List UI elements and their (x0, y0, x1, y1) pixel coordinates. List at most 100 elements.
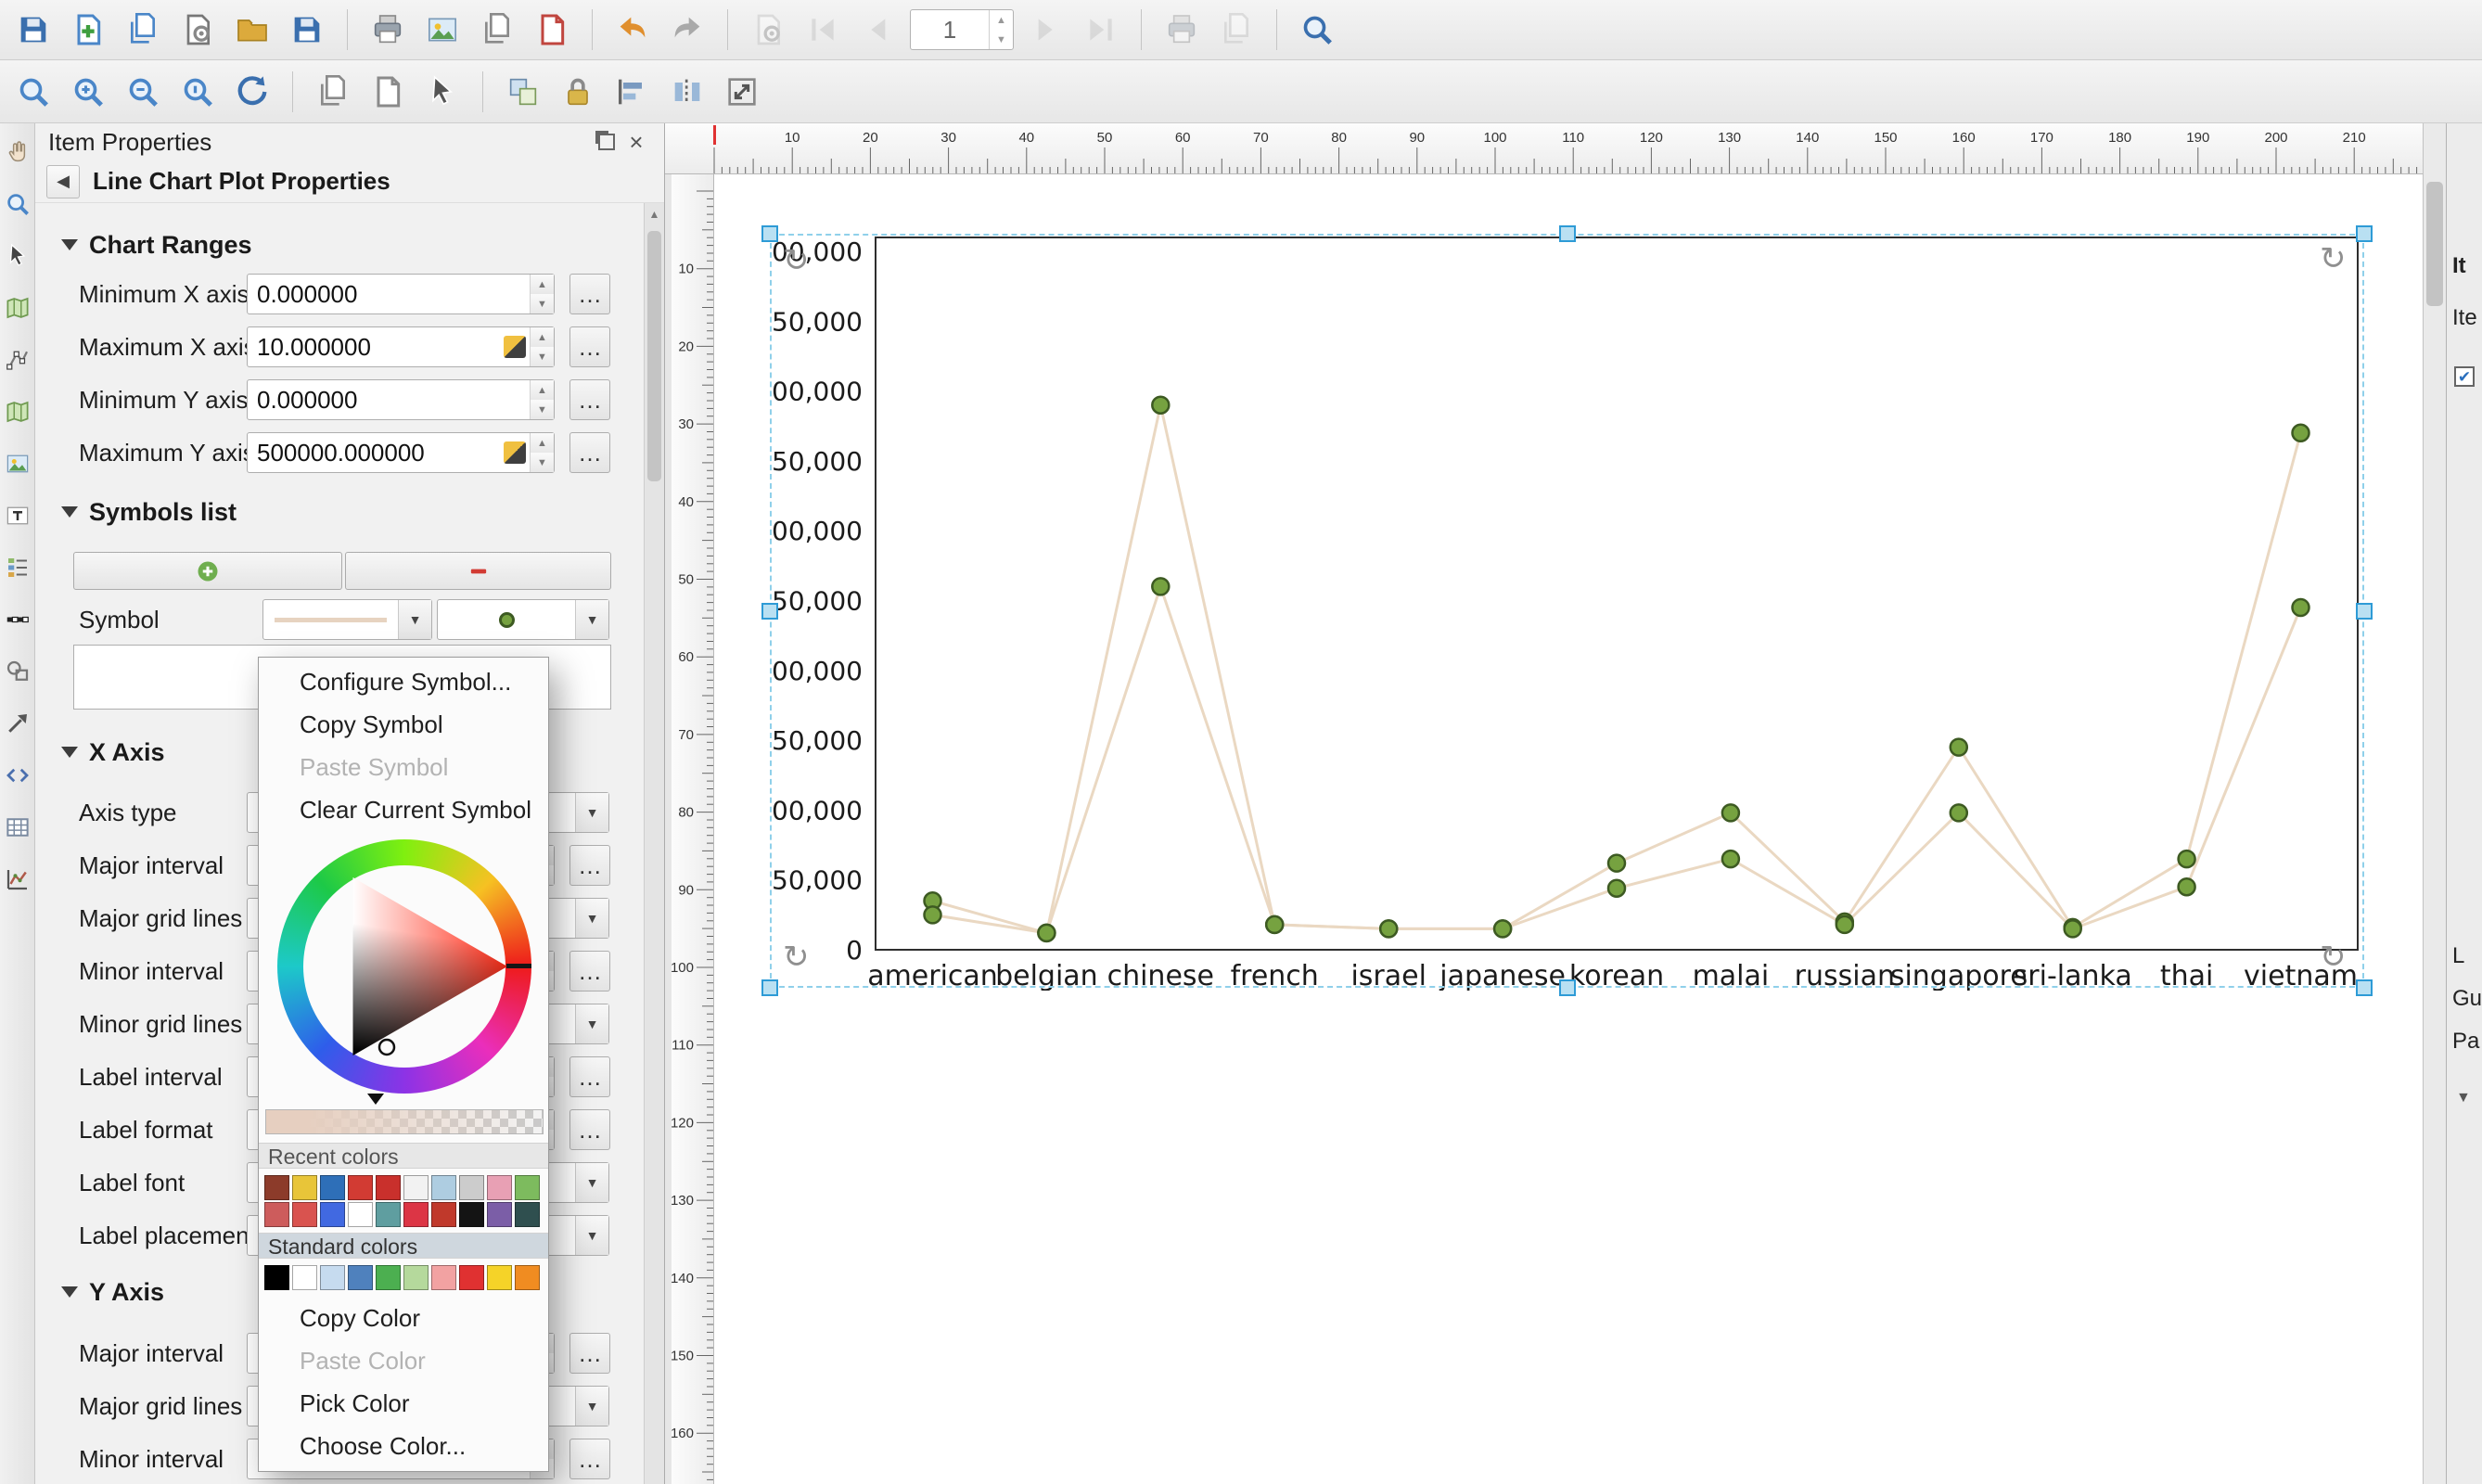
color-swatch[interactable] (292, 1265, 317, 1290)
choose-color-menu-item[interactable]: Choose Color... (259, 1425, 548, 1467)
pick-color-menu-item[interactable]: Pick Color (259, 1382, 548, 1425)
move-item-content-button[interactable] (2, 292, 33, 324)
minor-interval-options-button[interactable]: … (569, 1439, 610, 1479)
section-chart-ranges[interactable]: Chart Ranges (35, 226, 644, 263)
color-swatch[interactable] (487, 1202, 512, 1227)
color-swatch[interactable] (403, 1175, 429, 1200)
back-button[interactable]: ◀ (46, 165, 80, 198)
color-swatch[interactable] (320, 1265, 345, 1290)
add-plot-button[interactable] (2, 864, 33, 895)
data-defined-override-icon[interactable] (504, 441, 526, 464)
color-swatch[interactable] (264, 1265, 289, 1290)
color-swatch[interactable] (348, 1202, 373, 1227)
export-as-pdf-button[interactable] (530, 7, 574, 52)
color-swatch[interactable] (431, 1175, 456, 1200)
first-feature-button[interactable] (800, 7, 845, 52)
add-symbol-button[interactable] (73, 552, 342, 590)
saturation-triangle[interactable] (277, 839, 531, 1094)
color-swatch[interactable] (459, 1202, 484, 1227)
section-symbols-list[interactable]: Symbols list (35, 493, 644, 531)
maximum-x-axis-options-button[interactable]: … (569, 326, 610, 367)
selection-handle[interactable] (2356, 979, 2373, 996)
zoom-actual-button[interactable] (175, 70, 220, 114)
open-project-button[interactable] (230, 7, 275, 52)
distribute-items-button[interactable] (665, 70, 710, 114)
select-move-item-button[interactable] (2, 240, 33, 272)
zoom-layout-button[interactable] (2, 188, 33, 220)
atlas-settings-button[interactable] (746, 7, 790, 52)
spinner-buttons[interactable]: ▲▼ (530, 327, 554, 366)
color-swatch[interactable] (431, 1202, 456, 1227)
color-swatch[interactable] (348, 1175, 373, 1200)
spinner-buttons[interactable]: ▲▼ (530, 433, 554, 472)
spinner-buttons[interactable]: ▲▼ (530, 275, 554, 313)
major-interval-options-button[interactable]: … (569, 845, 610, 886)
zoom-out-button[interactable] (121, 70, 165, 114)
maximum-y-axis-field[interactable]: 500000.000000▲▼ (247, 432, 555, 473)
data-defined-override-icon[interactable] (504, 336, 526, 358)
atlas-page-spinbox[interactable]: 1▲▼ (910, 9, 1014, 50)
color-swatch[interactable] (320, 1202, 345, 1227)
lock-items-button[interactable] (556, 70, 600, 114)
copy-color-menu-item[interactable]: Copy Color (259, 1297, 548, 1339)
color-swatch[interactable] (459, 1265, 484, 1290)
color-swatch[interactable] (292, 1202, 317, 1227)
remove-symbol-button[interactable] (345, 552, 611, 590)
duplicate-layout-button[interactable] (121, 7, 165, 52)
refresh-view-button[interactable] (230, 70, 275, 114)
canvas-vertical-scrollbar[interactable] (2423, 123, 2446, 1484)
label-interval-options-button[interactable]: … (569, 1056, 610, 1097)
refresh-preview-button[interactable] (1295, 7, 1339, 52)
save-project-button[interactable] (11, 7, 56, 52)
group-items-button[interactable] (501, 70, 545, 114)
selection-handle[interactable] (761, 603, 778, 620)
color-wheel[interactable] (277, 839, 531, 1094)
selection-handle[interactable] (1559, 225, 1576, 242)
color-swatch[interactable] (515, 1175, 540, 1200)
color-swatch[interactable] (515, 1265, 540, 1290)
save-layout-button[interactable] (285, 7, 329, 52)
copy-item-button[interactable] (311, 70, 355, 114)
selection-handle[interactable] (761, 979, 778, 996)
maximum-y-axis-options-button[interactable]: … (569, 432, 610, 473)
select-all-items-button[interactable] (420, 70, 465, 114)
add-map-button[interactable] (2, 396, 33, 428)
minimum-y-axis-field[interactable]: 0.000000▲▼ (247, 379, 555, 420)
color-swatch[interactable] (515, 1202, 540, 1227)
line-chart-item[interactable]: 050,000100,000150,000200,000250,000300,0… (771, 235, 2363, 991)
new-layout-button[interactable] (66, 7, 110, 52)
chevron-down-icon[interactable]: ▼ (398, 600, 431, 639)
color-swatch[interactable] (459, 1175, 484, 1200)
pan-layout-button[interactable] (2, 136, 33, 168)
undo-button[interactable] (610, 7, 655, 52)
add-picture-button[interactable] (2, 448, 33, 480)
close-panel-button[interactable]: × (621, 127, 651, 157)
chevron-down-icon[interactable]: ▼ (575, 600, 608, 639)
minimum-y-axis-options-button[interactable]: … (569, 379, 610, 420)
maximum-x-axis-field[interactable]: 10.000000▲▼ (247, 326, 555, 367)
layout-manager-button[interactable] (175, 7, 220, 52)
panel-scrollbar[interactable]: ▲ (644, 203, 664, 1484)
color-swatch[interactable] (431, 1265, 456, 1290)
float-panel-button[interactable] (592, 127, 621, 157)
zoom-full-button[interactable] (11, 70, 56, 114)
scrollbar-thumb[interactable] (647, 231, 661, 481)
symbol-marker-dropdown[interactable]: ▼ (437, 599, 609, 640)
export-as-image-button[interactable] (420, 7, 465, 52)
spinner-buttons[interactable]: ▲▼ (530, 380, 554, 419)
scrollbar-thumb[interactable] (2426, 182, 2443, 306)
selection-handle[interactable] (761, 225, 778, 242)
last-feature-button[interactable] (1079, 7, 1123, 52)
resize-items-button[interactable] (720, 70, 764, 114)
rotate-handle-icon[interactable]: ↻ (783, 245, 810, 276)
align-items-button[interactable] (610, 70, 655, 114)
color-swatch[interactable] (264, 1175, 289, 1200)
symbol-line-dropdown[interactable]: ▼ (262, 599, 432, 640)
previous-feature-button[interactable] (855, 7, 900, 52)
rotate-handle-icon[interactable]: ↻ (2320, 243, 2347, 275)
copy-symbol-menu-item[interactable]: Copy Symbol (259, 703, 548, 746)
add-attribute-table-button[interactable] (2, 812, 33, 843)
color-swatch[interactable] (320, 1175, 345, 1200)
minimum-x-axis-options-button[interactable]: … (569, 274, 610, 314)
selection-handle[interactable] (2356, 603, 2373, 620)
